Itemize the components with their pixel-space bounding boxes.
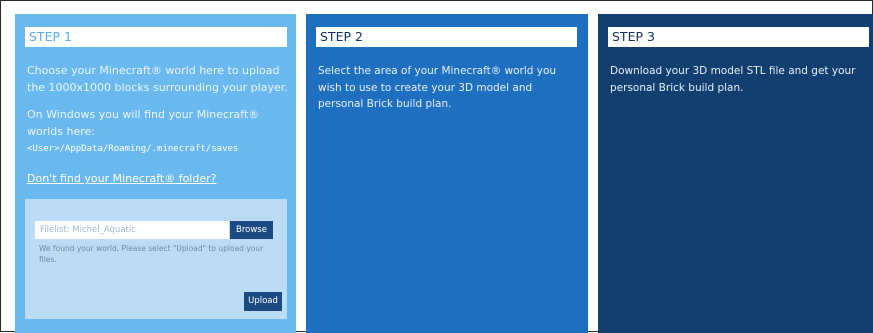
missing-folder-link[interactable]: Don't find your Minecraft® folder?	[27, 172, 216, 185]
world-found-message: We found your world. Please select "Uplo…	[39, 244, 264, 264]
app-frame: STEP 1 Choose your Minecraft® world here…	[0, 0, 873, 333]
step-1-panel: STEP 1 Choose your Minecraft® world here…	[15, 14, 296, 333]
step-3-title: STEP 3	[608, 27, 869, 47]
minecraft-saves-path: <User>/AppData/Roaming/.minecraft/saves	[27, 144, 239, 154]
step-3-panel: STEP 3 Download your 3D model STL file a…	[598, 14, 873, 333]
file-list-input[interactable]	[35, 221, 229, 239]
browse-button[interactable]: Browse	[230, 221, 273, 239]
step-1-windows-hint: On Windows you will find your Minecraft®…	[27, 108, 260, 138]
upload-button[interactable]: Upload	[244, 292, 282, 311]
step-3-description: Download your 3D model STL file and get …	[610, 65, 856, 94]
step-2-description: Select the area of your Minecraft® world…	[318, 65, 557, 110]
step-1-title: STEP 1	[25, 27, 287, 47]
step-1-description: Choose your Minecraft® world here to upl…	[27, 64, 288, 94]
upload-box: Browse We found your world. Please selec…	[25, 199, 287, 319]
step-2-title: STEP 2	[316, 27, 577, 47]
step-2-panel: STEP 2 Select the area of your Minecraft…	[306, 14, 588, 333]
